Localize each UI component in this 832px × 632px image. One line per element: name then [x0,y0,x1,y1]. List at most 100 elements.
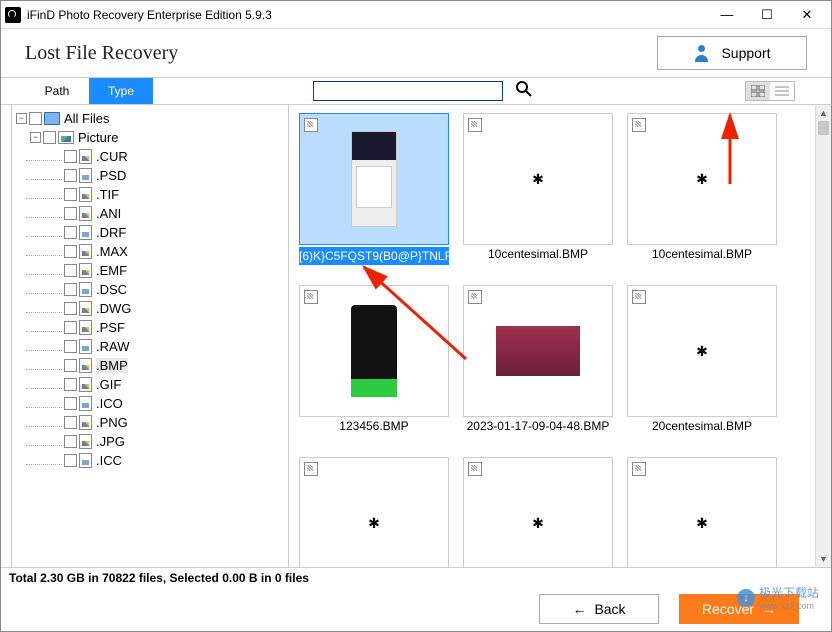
checkbox[interactable] [64,359,77,372]
tree-ext-item[interactable]: .PNG [12,413,288,432]
checkbox[interactable] [64,435,77,448]
view-toggle [745,81,795,101]
list-view-button[interactable] [770,82,794,100]
thumbnail[interactable] [463,113,613,245]
back-label: Back [594,601,625,617]
tree-ext-item[interactable]: .RAW [12,337,288,356]
checkbox[interactable] [29,112,42,125]
checkbox[interactable] [64,150,77,163]
checkbox[interactable] [64,321,77,334]
header: Lost File Recovery Support [1,29,831,77]
thumbnail[interactable] [299,113,449,245]
checkbox[interactable] [632,118,646,132]
tree-root[interactable]: − All Files [12,109,288,128]
folder-icon [44,112,60,125]
tree-label: .BMP [96,358,128,373]
thumbnail[interactable] [299,457,449,567]
tree-panel: − All Files − Picture .CUR.PSD.TIF.ANI .D… [11,105,289,567]
tree-ext-item[interactable]: .JPG [12,432,288,451]
tree-ext-item[interactable]: .DSC [12,280,288,299]
search-input[interactable] [313,81,503,101]
tab-type[interactable]: Type [89,78,153,104]
thumbnail[interactable] [627,285,777,417]
tree-label: .DSC [96,282,127,297]
scroll-down-icon[interactable]: ▼ [816,551,831,567]
checkbox[interactable] [304,290,318,304]
checkbox[interactable] [64,264,77,277]
checkbox[interactable] [64,245,77,258]
tree-label: .PSF [96,320,125,335]
checkbox[interactable] [468,462,482,476]
thumbnail-cell[interactable] [627,457,785,567]
watermark-url: www.xz7.com [759,601,819,611]
back-button[interactable]: ← Back [539,594,659,624]
tree-ext-item[interactable]: .TIF [12,185,288,204]
tree-ext-item[interactable]: .PSF [12,318,288,337]
thumbnail-cell[interactable]: [6)K}C5FQST9(B0@P}TNLRJ.BMP [299,113,457,281]
checkbox[interactable] [632,290,646,304]
file-icon [79,377,92,392]
thumbnail[interactable] [463,285,613,417]
file-icon [79,434,92,449]
tree-ext-item[interactable]: .ICO [12,394,288,413]
grid-area: [6)K}C5FQST9(B0@P}TNLRJ.BMP10centesimal.… [289,105,831,567]
checkbox[interactable] [64,302,77,315]
tree-ext-item[interactable]: .DRF [12,223,288,242]
thumbnail-cell[interactable]: 20centesimal.BMP [627,285,785,453]
tree-ext-item[interactable]: .PSD [12,166,288,185]
tree-ext-item[interactable]: .MAX [12,242,288,261]
tree-ext-item[interactable]: .DWG [12,299,288,318]
checkbox[interactable] [64,416,77,429]
tab-path[interactable]: Path [25,78,89,104]
minimize-button[interactable]: — [707,2,747,28]
tree-ext-item[interactable]: .GIF [12,375,288,394]
thumbnail-cell[interactable]: 123456.BMP [299,285,457,453]
checkbox[interactable] [43,131,56,144]
collapse-icon[interactable]: − [30,132,41,143]
checkbox[interactable] [64,169,77,182]
scroll-up-icon[interactable]: ▲ [816,105,831,121]
thumbnail[interactable] [627,113,777,245]
checkbox[interactable] [64,226,77,239]
checkbox[interactable] [304,462,318,476]
checkbox[interactable] [64,340,77,353]
checkbox[interactable] [64,378,77,391]
thumbnail[interactable] [627,457,777,567]
file-icon [79,453,92,468]
thumbnail-cell[interactable] [463,457,621,567]
tree-ext-item[interactable]: .ICC [12,451,288,470]
tree-label: .DRF [96,225,126,240]
checkbox[interactable] [64,207,77,220]
watermark-text: 极光下载站 [759,584,819,601]
thumbnail[interactable] [463,457,613,567]
checkbox[interactable] [632,462,646,476]
close-button[interactable]: ✕ [787,2,827,28]
thumbnail-cell[interactable] [299,457,457,567]
tree-ext-item[interactable]: .CUR [12,147,288,166]
checkbox[interactable] [64,454,77,467]
tree-ext-item[interactable]: .EMF [12,261,288,280]
checkbox[interactable] [64,188,77,201]
tree-ext-item[interactable]: .ANI [12,204,288,223]
tree-folder[interactable]: − Picture [12,128,288,147]
scroll-thumb[interactable] [818,121,829,135]
collapse-icon[interactable]: − [16,113,27,124]
support-button[interactable]: Support [657,36,807,70]
file-icon [79,415,92,430]
thumbnail[interactable] [299,285,449,417]
maximize-button[interactable]: ☐ [747,2,787,28]
thumbnail-cell[interactable]: 10centesimal.BMP [627,113,785,281]
thumbnail-cell[interactable]: 10centesimal.BMP [463,113,621,281]
grid-view-button[interactable] [746,82,770,100]
checkbox[interactable] [468,290,482,304]
checkbox[interactable] [64,283,77,296]
search-icon[interactable] [515,80,533,103]
checkbox[interactable] [64,397,77,410]
tree-ext-item[interactable]: .BMP [12,356,288,375]
thumbnail-cell[interactable]: 2023-01-17-09-04-48.BMP [463,285,621,453]
checkbox[interactable] [304,118,318,132]
checkbox[interactable] [468,118,482,132]
watermark-icon: ↓ [737,589,755,607]
scrollbar[interactable]: ▲ ▼ [815,105,831,567]
window-title: iFinD Photo Recovery Enterprise Edition … [27,8,707,22]
